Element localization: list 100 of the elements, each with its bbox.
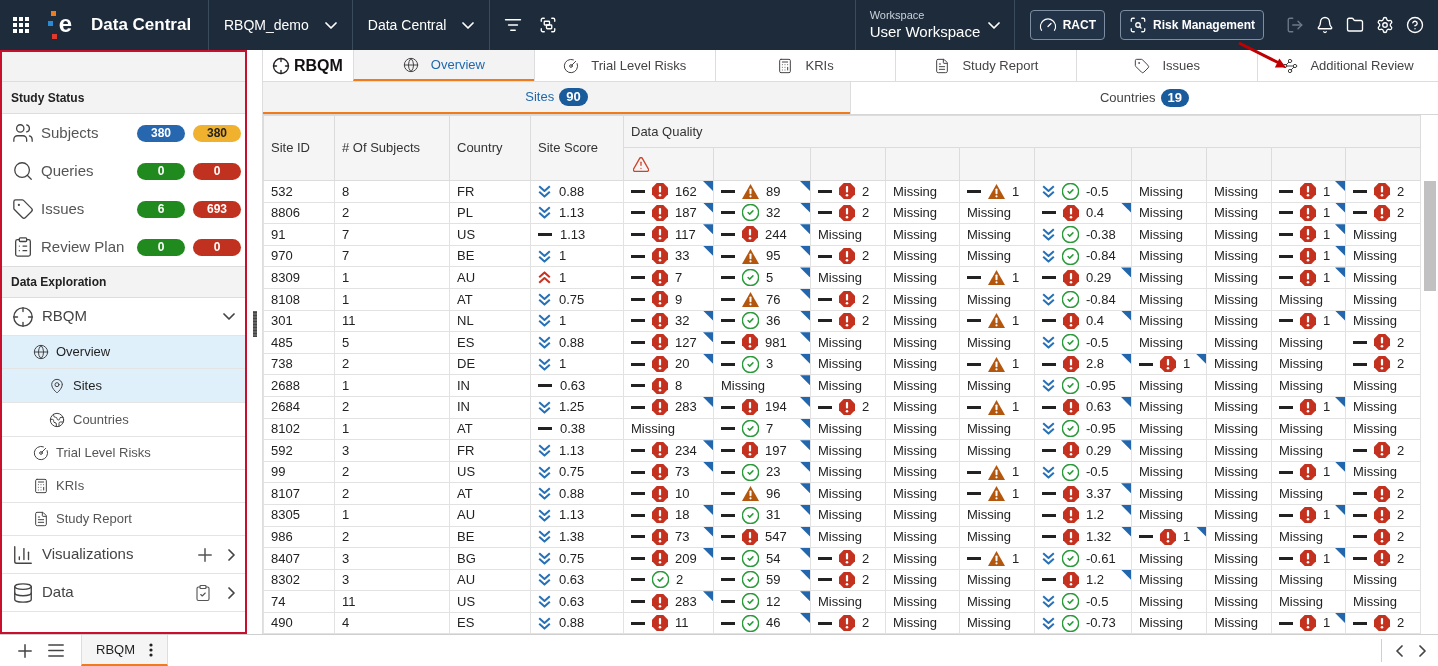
- cell-value: 0.88: [559, 182, 585, 201]
- crosshair-icon: [12, 305, 34, 328]
- cell-text: FR: [457, 442, 475, 458]
- dash-icon: [721, 556, 735, 560]
- dash-icon: [631, 535, 645, 539]
- double-chevron-down-icon: [538, 551, 551, 565]
- cell-text: Missing: [967, 442, 1012, 458]
- column-header[interactable]: Site ID: [263, 115, 335, 181]
- clipboard-check-icon[interactable]: [194, 583, 212, 602]
- cell-text: 11: [342, 313, 356, 329]
- cell-value: 0.88: [559, 484, 585, 503]
- resize-handle[interactable]: [252, 311, 257, 337]
- octagon-alert-icon: [652, 204, 668, 221]
- chevron-down-icon[interactable]: [223, 313, 235, 320]
- clipboard-list-icon: [12, 236, 34, 258]
- cell-value: 1: [1323, 247, 1331, 266]
- triangle-alert-icon: [742, 486, 759, 502]
- plus-icon[interactable]: [198, 547, 212, 562]
- scrollbar-thumb[interactable]: [1424, 181, 1437, 291]
- cell-text: Missing: [1279, 377, 1324, 393]
- cell-text: 8108: [271, 291, 300, 307]
- cell-text: US: [457, 593, 476, 609]
- menu-icon[interactable]: [48, 644, 64, 657]
- bell-icon[interactable]: [1316, 16, 1334, 34]
- grouped-squares-icon[interactable]: [539, 16, 558, 34]
- double-chevron-down-icon: [538, 357, 551, 371]
- double-chevron-down-icon: [538, 595, 551, 609]
- cell-value: 96: [766, 484, 781, 503]
- apps-grid-icon[interactable]: [13, 17, 29, 33]
- chevron-right-icon[interactable]: [228, 586, 235, 599]
- plus-icon[interactable]: [18, 643, 32, 658]
- cell-text: Missing: [1139, 442, 1184, 458]
- octagon-alert-icon: [839, 312, 855, 329]
- cell-text: Missing: [1139, 421, 1184, 437]
- document-tab[interactable]: RBQM: [81, 635, 168, 666]
- chevron-right-icon[interactable]: [1419, 644, 1426, 657]
- module-tab[interactable]: Overview: [353, 50, 534, 81]
- column-header[interactable]: Site Score: [530, 115, 624, 181]
- toolbar-button[interactable]: RACT: [1029, 10, 1105, 40]
- cell-text: IN: [457, 399, 470, 415]
- help-icon[interactable]: [1406, 16, 1424, 34]
- more-options-icon[interactable]: [149, 642, 153, 657]
- cell-text: Missing: [1214, 464, 1259, 480]
- dropdown-selector[interactable]: RBQM_demo: [209, 0, 352, 50]
- dash-icon: [538, 384, 552, 388]
- cell-value: 1: [1012, 312, 1020, 331]
- octagon-alert-icon: [742, 226, 758, 243]
- dash-icon: [818, 578, 832, 582]
- cell-text: 3: [342, 442, 350, 458]
- dash-icon: [721, 254, 735, 258]
- filter-list-icon[interactable]: [504, 16, 523, 34]
- status-label: Queries: [41, 160, 94, 181]
- dropdown-selector[interactable]: Data Central: [352, 0, 490, 50]
- cell-text: Missing: [1353, 399, 1398, 415]
- column-header[interactable]: Country: [449, 115, 531, 181]
- cell-text: Missing: [1279, 334, 1324, 350]
- cell-value: 7: [766, 420, 774, 439]
- cell-value: 1: [1012, 484, 1020, 503]
- cell-text: Missing: [818, 334, 863, 350]
- cell-text: 5: [342, 334, 350, 350]
- count-badge: 380: [193, 124, 241, 142]
- octagon-alert-icon: [1063, 528, 1079, 545]
- database-icon: [12, 581, 34, 604]
- cell-text: NL: [457, 313, 474, 329]
- toolbar-button[interactable]: Risk Management: [1119, 10, 1264, 40]
- cell-text: Missing: [1139, 572, 1184, 588]
- cell-value: 32: [766, 204, 781, 223]
- cell-text: 1: [342, 291, 350, 307]
- dash-icon: [818, 297, 832, 301]
- folder-icon[interactable]: [1346, 16, 1364, 34]
- cell-text: Missing: [1279, 593, 1324, 609]
- cell-text: Missing: [1214, 313, 1259, 329]
- cell-text: Missing: [893, 572, 938, 588]
- nav-item[interactable]: Sites: [2, 369, 245, 403]
- dash-icon: [1353, 362, 1367, 366]
- cell-value: 7: [675, 268, 683, 287]
- triangle-alert-icon: [988, 550, 1005, 566]
- count-badge: 6: [137, 200, 185, 218]
- nav-item[interactable]: Overview: [2, 336, 245, 369]
- octagon-alert-icon: [839, 183, 855, 200]
- dash-icon: [721, 470, 735, 474]
- cell-text: Missing: [1139, 269, 1184, 285]
- cell-text: AT: [457, 291, 473, 307]
- settings-icon[interactable]: [1376, 16, 1394, 34]
- chevron-right-icon[interactable]: [228, 548, 235, 561]
- dash-icon: [1042, 448, 1056, 452]
- cell-value: 0.63: [560, 376, 586, 395]
- view-tab[interactable]: Sites 90: [263, 82, 850, 114]
- workspace-selector[interactable]: Workspace User Workspace: [855, 0, 1014, 50]
- octagon-alert-icon: [1300, 269, 1316, 286]
- magnifier-icon: [12, 160, 34, 182]
- dash-icon: [1139, 535, 1153, 539]
- column-header[interactable]: # Of Subjects: [334, 115, 450, 181]
- cell-text: Missing: [893, 205, 938, 221]
- chevron-left-icon[interactable]: [1396, 644, 1403, 657]
- cell-text: Missing: [1139, 377, 1184, 393]
- cell-text: 8107: [271, 485, 300, 501]
- octagon-alert-icon: [652, 334, 668, 351]
- octagon-alert-icon: [1063, 269, 1079, 286]
- octagon-alert-icon: [839, 572, 855, 588]
